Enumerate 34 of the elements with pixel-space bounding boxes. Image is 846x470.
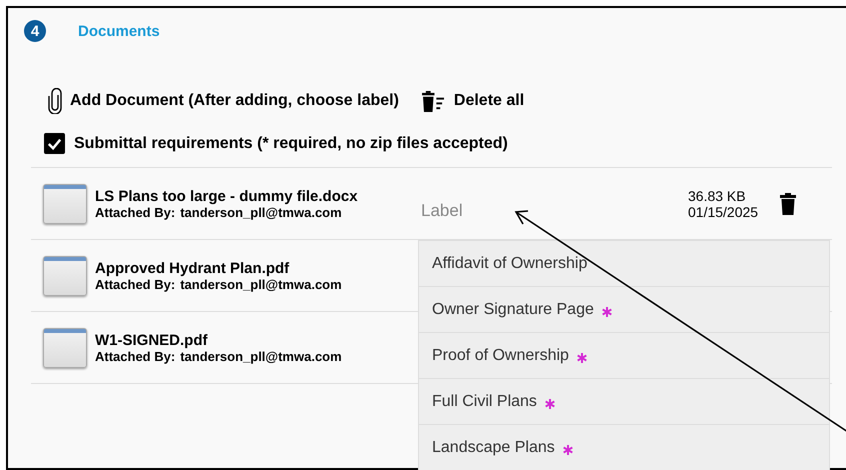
attached-by-email: tanderson_pll@tmwa.com <box>180 276 342 292</box>
checkbox[interactable] <box>44 133 65 154</box>
dropdown-option[interactable]: Landscape Plans <box>419 425 829 470</box>
file-name: Approved Hydrant Plan.pdf <box>95 260 290 276</box>
delete-all-button[interactable]: Delete all <box>420 90 524 112</box>
option-label: Proof of Ownership <box>432 346 569 364</box>
step-number: 4 <box>24 20 46 42</box>
attached-by-email: tanderson_pll@tmwa.com <box>180 348 342 364</box>
delete-icon[interactable] <box>780 192 796 214</box>
option-label: Affidavit of Ownership <box>432 254 588 272</box>
attached-by-label: Attached By: <box>95 204 176 220</box>
file-icon <box>43 256 87 296</box>
file-size: 36.83 KB <box>688 188 747 204</box>
label-field[interactable]: Label <box>421 196 671 224</box>
paperclip-icon <box>48 88 62 114</box>
option-label: Owner Signature Page <box>432 300 594 318</box>
requirements-label: Submittal requirements (* required, no zip files accepted) <box>74 134 508 152</box>
attached-by-label: Attached By: <box>95 276 176 292</box>
option-label: Full Civil Plans <box>432 392 537 410</box>
dropdown-option[interactable]: Owner Signature Page <box>419 287 829 333</box>
file-icon <box>43 328 87 368</box>
file-name: LS Plans too large - dummy file.docx <box>95 188 359 204</box>
option-label: Landscape Plans <box>432 438 555 456</box>
dropdown-option[interactable]: Proof of Ownership <box>419 333 829 379</box>
add-document-button[interactable]: Add Document (After adding, choose label) <box>48 88 399 114</box>
dropdown-option[interactable]: Affidavit of Ownership <box>419 241 829 287</box>
attached-by-email: tanderson_pll@tmwa.com <box>180 204 342 220</box>
dropdown-option[interactable]: Full Civil Plans <box>419 379 829 425</box>
trash-list-icon <box>420 90 446 112</box>
file-name: W1-SIGNED.pdf <box>95 332 208 348</box>
file-date: 01/15/2025 <box>688 204 758 220</box>
section-title: Documents <box>78 22 160 40</box>
file-icon <box>43 184 87 224</box>
attached-by-label: Attached By: <box>95 348 176 364</box>
